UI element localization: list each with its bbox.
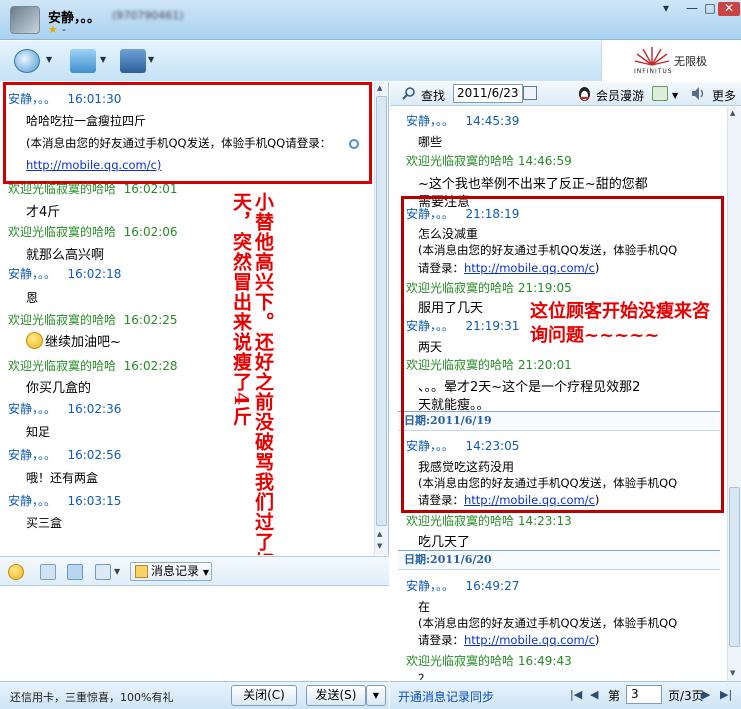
message-text: ~这个我也举例不出来了反正~甜的您都	[418, 177, 648, 192]
screenshot-icon[interactable]	[95, 564, 111, 580]
message-text: 继续加油吧~	[26, 331, 121, 350]
page-number-input[interactable]: 3	[626, 685, 662, 704]
chevron-down-icon[interactable]: ▼	[672, 91, 678, 100]
prev-page-icon[interactable]: ◀	[590, 688, 598, 701]
close-window-button[interactable]: ✕	[718, 2, 740, 16]
search-label[interactable]: 查找	[421, 87, 445, 104]
last-page-icon[interactable]: ▶|	[720, 688, 732, 701]
send-button[interactable]: 发送(S)	[306, 685, 366, 706]
date-separator: 日期:2011/6/20	[398, 550, 720, 570]
chevron-down-icon[interactable]: ▼	[148, 55, 154, 64]
infinitus-logo-icon	[634, 47, 670, 66]
message-header: 安静，。。 16:02:56	[8, 448, 122, 462]
message-text: 在	[418, 600, 431, 614]
message-header: 安静，。。 16:02:18	[8, 267, 122, 281]
annotation-text: 这位顾客开始没瘦来咨询问题~~~~~	[530, 301, 710, 346]
message-header: 欢迎光临寂寞的哈哈 16:49:43	[406, 654, 572, 668]
status-bar: 还信用卡，三重惊喜，100%有礼 关闭(C) 发送(S) ▼	[0, 681, 389, 709]
message-text: (本消息由您的好友通过手机QQ发送，体验手机QQ	[418, 616, 678, 630]
sync-history-link[interactable]: 开通消息记录同步	[398, 688, 494, 705]
scroll-up-icon[interactable]: ▲	[377, 530, 382, 538]
chevron-down-icon[interactable]: ▼	[46, 55, 52, 64]
message-text: 才4斤	[26, 205, 61, 220]
more-label[interactable]: 更多	[712, 87, 736, 104]
video-call-icon[interactable]	[14, 49, 40, 73]
date-input[interactable]: 2011/6/23	[453, 84, 523, 103]
highlight-box	[3, 82, 372, 184]
message-text: 哦！还有两盒	[26, 471, 99, 485]
search-icon[interactable]	[402, 86, 416, 100]
history-scrollbar[interactable]: ▲ ▼	[727, 107, 741, 681]
message-text: 买三盒	[26, 516, 63, 530]
app-icon[interactable]	[120, 49, 146, 73]
close-button[interactable]: 关闭(C)	[231, 685, 297, 706]
message-header: 欢迎光临寂寞的哈哈 16:02:06	[8, 225, 178, 239]
qq-penguin-icon	[579, 87, 590, 101]
message-header: 欢迎光临寂寞的哈哈 16:02:01	[8, 182, 178, 196]
history-panel: 查找 2011/6/23 会员漫游 ▼ 更多 安静，。。 14:45:39 哪些…	[390, 82, 741, 709]
chevron-down-icon[interactable]: ▼	[100, 55, 106, 64]
page-label: 第	[608, 689, 621, 703]
scroll-up-icon[interactable]: ▲	[730, 109, 735, 117]
send-file-icon[interactable]	[70, 49, 96, 73]
message-input[interactable]	[0, 587, 389, 680]
annotation-text: 小替他高兴下。还好之前没破骂我们过了好多天，突然冒出来说瘦了4斤	[230, 192, 274, 555]
chevron-down-icon[interactable]: ▼	[114, 567, 120, 576]
message-text: 吃几天了	[418, 535, 471, 550]
message-header: 安静，。。 14:45:39	[406, 114, 520, 128]
contact-id: (970790461)	[112, 9, 184, 22]
message-text: 你买几盒的	[26, 381, 92, 396]
add-icon[interactable]	[652, 86, 668, 101]
scroll-down-icon[interactable]: ▼	[377, 542, 382, 550]
message-text: 请登录：http://mobile.qq.com/c)	[418, 633, 600, 647]
scrollbar[interactable]: ▲ ▲ ▼	[374, 82, 388, 555]
message-text: ？	[418, 672, 431, 681]
history-pager: 开通消息记录同步 |◀ ◀ 第 3 页/3页 ▶ ▶|	[390, 681, 741, 709]
page-total: 页/3页	[668, 689, 704, 703]
input-toolbar: ▼ 消息记录 ▼	[0, 556, 389, 586]
send-options-chevron-icon[interactable]: ▼	[366, 685, 386, 706]
ad-brand-en: INFINITUS	[634, 68, 673, 75]
message-link[interactable]: http://mobile.qq.com/c	[464, 633, 595, 647]
message-history-button[interactable]: 消息记录 ▼	[130, 562, 212, 581]
status-text: -	[62, 23, 66, 36]
message-header: 欢迎光临寂寞的哈哈 14:46:59	[406, 154, 572, 168]
ad-text-link[interactable]: 还信用卡，三重惊喜，100%有礼	[10, 689, 173, 705]
message-header: 安静，。。 16:49:27	[406, 579, 520, 593]
scroll-down-icon[interactable]: ▼	[730, 669, 735, 677]
message-text: 知足	[26, 425, 51, 439]
ad-brand-cn: 无限极	[674, 55, 707, 68]
maximize-button[interactable]: □	[700, 2, 720, 16]
history-icon	[135, 565, 148, 578]
first-page-icon[interactable]: |◀	[570, 688, 582, 701]
message-header: 欢迎光临寂寞的哈哈 14:23:13	[406, 514, 572, 528]
chat-message-area[interactable]: 安静，。。 16:01:30 哈哈吃拉一盒瘦拉四斤 (本消息由您的好友通过手机Q…	[0, 82, 389, 555]
emoji-icon[interactable]	[8, 564, 24, 580]
star-icon: ★	[48, 23, 58, 36]
message-header: 欢迎光临寂寞的哈哈 16:02:28	[8, 359, 178, 373]
font-icon[interactable]	[40, 564, 56, 580]
scroll-thumb[interactable]	[376, 96, 387, 526]
speaker-icon[interactable]	[690, 85, 706, 102]
scroll-up-icon[interactable]: ▲	[377, 84, 382, 92]
member-roaming-label[interactable]: 会员漫游	[596, 87, 644, 104]
avatar[interactable]	[10, 6, 40, 34]
message-text: 就那么高兴啊	[26, 248, 105, 263]
highlight-box	[401, 196, 724, 513]
menu-arrow-icon[interactable]: ▾	[654, 2, 678, 16]
calendar-icon[interactable]	[523, 86, 537, 100]
history-toolbar: 查找 2011/6/23 会员漫游 ▼ 更多	[390, 82, 741, 106]
next-page-icon[interactable]: ▶	[702, 688, 710, 701]
message-header: 安静，。。 16:02:36	[8, 402, 122, 416]
image-icon[interactable]	[67, 564, 83, 580]
message-header: 欢迎光临寂寞的哈哈 16:02:25	[8, 313, 178, 327]
chevron-down-icon: ▼	[202, 568, 209, 577]
message-header: 安静，。。 16:03:15	[8, 494, 122, 508]
message-text: 哪些	[418, 135, 443, 149]
title-bar: 安静，。。 (970790461) ★ - ▾ — □ ✕	[0, 0, 741, 40]
ad-banner[interactable]: 无限极 INFINITUS	[601, 40, 741, 82]
message-text: 恩	[26, 291, 39, 305]
smiley-emoji-icon	[26, 332, 43, 349]
scroll-thumb[interactable]	[729, 487, 740, 647]
